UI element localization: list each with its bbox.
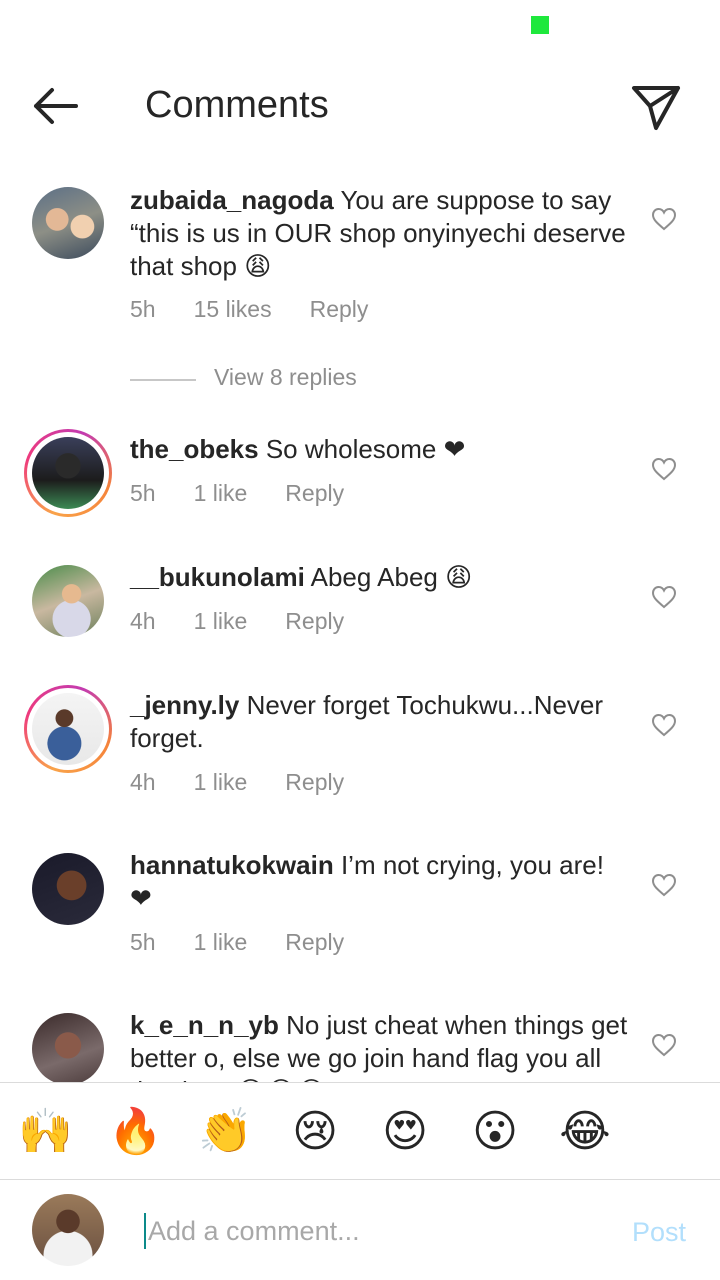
header: Comments bbox=[0, 60, 720, 152]
comment-username[interactable]: _jenny.ly bbox=[130, 690, 239, 720]
comment-likes[interactable]: 1 like bbox=[194, 929, 248, 956]
share-button[interactable] bbox=[626, 80, 686, 134]
comment-likes[interactable]: 1 like bbox=[194, 608, 248, 635]
comment-text: _jenny.ly Never forget Tochukwu...Never … bbox=[130, 689, 630, 755]
reply-button[interactable]: Reply bbox=[285, 769, 344, 796]
comment-meta: 5h 1 like Reply bbox=[130, 480, 382, 507]
current-user-avatar bbox=[32, 1194, 104, 1266]
arrow-left-icon bbox=[34, 88, 78, 124]
reply-button[interactable]: Reply bbox=[310, 296, 369, 323]
avatar-story-ring[interactable] bbox=[24, 429, 112, 517]
comment-text: __bukunolami Abeg Abeg 😩 bbox=[130, 561, 630, 594]
comment-username[interactable]: __bukunolami bbox=[130, 562, 305, 592]
page-title: Comments bbox=[145, 84, 329, 126]
avatar[interactable] bbox=[32, 1013, 104, 1082]
comment-text: k_e_n_n_yb No just cheat when things get… bbox=[130, 1009, 630, 1082]
comment-time: 5h bbox=[130, 929, 156, 955]
comment-time: 5h bbox=[130, 480, 156, 506]
comment-username[interactable]: hannatukokwain bbox=[130, 850, 334, 880]
comment-text: hannatukokwain I’m not crying, you are! … bbox=[130, 849, 630, 915]
comment-text: zubaida_nagoda You are suppose to say “t… bbox=[130, 184, 630, 283]
comment-text: the_obeks So wholesome ❤ bbox=[130, 433, 630, 466]
heart-icon[interactable] bbox=[651, 873, 677, 897]
comment-list[interactable]: zubaida_nagoda You are suppose to say “t… bbox=[0, 160, 720, 1082]
avatar bbox=[32, 693, 104, 765]
comment-input-wrapper[interactable] bbox=[144, 1211, 604, 1251]
comment-time: 5h bbox=[130, 296, 156, 322]
view-replies-label: View 8 replies bbox=[214, 364, 357, 390]
emoji-fire[interactable]: 🔥 bbox=[108, 1105, 163, 1159]
text-caret bbox=[144, 1213, 146, 1249]
heart-icon[interactable] bbox=[651, 457, 677, 481]
emoji-surprised-face[interactable]: 😮 bbox=[468, 1105, 522, 1159]
comment-meta: 5h 15 likes Reply bbox=[130, 296, 406, 323]
comment-input[interactable] bbox=[148, 1211, 598, 1251]
comment-likes[interactable]: 15 likes bbox=[194, 296, 272, 323]
reply-button[interactable]: Reply bbox=[285, 929, 344, 956]
reply-button[interactable]: Reply bbox=[285, 608, 344, 635]
avatar-story-ring[interactable] bbox=[24, 685, 112, 773]
emoji-laughing-tears[interactable]: 😂 bbox=[558, 1105, 612, 1159]
comment-body: Abeg Abeg 😩 bbox=[310, 562, 473, 592]
back-button[interactable] bbox=[26, 82, 86, 132]
comment-meta: 4h 1 like Reply bbox=[130, 769, 382, 796]
comment-username[interactable]: the_obeks bbox=[130, 434, 259, 464]
comment-meta: 4h 1 like Reply bbox=[130, 608, 382, 635]
avatar[interactable] bbox=[32, 565, 104, 637]
reply-button[interactable]: Reply bbox=[285, 480, 344, 507]
comment-likes[interactable]: 1 like bbox=[194, 769, 248, 796]
heart-icon[interactable] bbox=[651, 207, 677, 231]
comment-username[interactable]: zubaida_nagoda bbox=[130, 185, 334, 215]
reply-thread-line bbox=[130, 379, 196, 381]
comment-composer: Post bbox=[0, 1181, 720, 1280]
heart-icon[interactable] bbox=[651, 713, 677, 737]
comment-username[interactable]: k_e_n_n_yb bbox=[130, 1010, 279, 1040]
comment-meta: 5h 1 like Reply bbox=[130, 929, 382, 956]
avatar[interactable] bbox=[32, 187, 104, 259]
heart-icon[interactable] bbox=[651, 585, 677, 609]
emoji-raised-hands[interactable]: 🙌 bbox=[18, 1105, 73, 1159]
emoji-clapping-hands[interactable]: 👏 bbox=[198, 1105, 253, 1159]
post-button[interactable]: Post bbox=[632, 1217, 686, 1248]
avatar bbox=[32, 437, 104, 509]
avatar[interactable] bbox=[32, 853, 104, 925]
emoji-heart-eyes[interactable]: 😍 bbox=[378, 1105, 432, 1159]
comment-body: So wholesome ❤ bbox=[265, 434, 466, 464]
paper-plane-icon bbox=[632, 86, 680, 130]
comment-time: 4h bbox=[130, 608, 156, 634]
comment-time: 4h bbox=[130, 769, 156, 795]
status-indicator bbox=[531, 16, 549, 34]
emoji-quick-bar: 🙌 🔥 👏 😢 😍 😮 😂 bbox=[0, 1082, 720, 1180]
heart-icon[interactable] bbox=[651, 1033, 677, 1057]
emoji-crying-face[interactable]: 😢 bbox=[288, 1105, 342, 1159]
comment-likes[interactable]: 1 like bbox=[194, 480, 248, 507]
